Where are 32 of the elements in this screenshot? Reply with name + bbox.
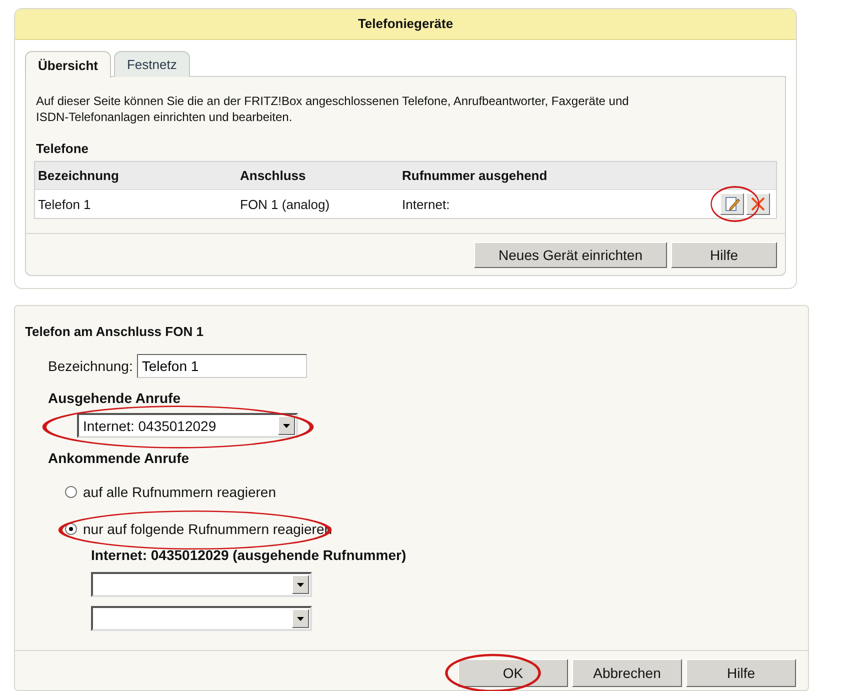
column-header: Rufnummer ausgehend [402, 168, 548, 183]
dialog-button[interactable]: Hilfe [686, 659, 796, 687]
number-dropdown[interactable] [91, 572, 312, 597]
outgoing-number-text: Internet: 0435012029 (ausgehende Rufnummer) [91, 547, 408, 563]
dialog-button[interactable]: OK [458, 659, 568, 687]
field-label: Bezeichnung: [48, 358, 133, 374]
description-text: Auf dieser Seite können Sie die an der FRITZ!Box angeschlossenen Telefone, Anrufbeantworter, Faxgeräte und ISDN-Telefonanlagen einrichten und bearbeiten. [36, 93, 630, 125]
outgoing-dropdown[interactable]: Internet: 0435012029 [77, 413, 298, 438]
dialog-button[interactable]: Abbrechen [572, 659, 682, 687]
column-header: Bezeichnung [37, 168, 120, 183]
section-heading: Ausgehende Anrufe [48, 390, 182, 406]
dialog-button[interactable]: Hilfe [671, 242, 777, 268]
section-heading: Telefone [36, 141, 90, 156]
section-heading: Ankommende Anrufe [48, 450, 190, 466]
radio-button[interactable] [65, 523, 77, 535]
pencil-note-icon [724, 196, 740, 212]
column-header: Anschluss [240, 168, 307, 183]
table-cell-text: FON 1 (analog) [240, 196, 331, 212]
tab[interactable]: Festnetz [114, 51, 190, 77]
cross-icon [750, 196, 766, 212]
table-cell-text: Internet: [402, 196, 451, 212]
table-cell-text: Telefon 1 [37, 196, 92, 212]
form-title: Telefon am Anschluss FON 1 [25, 324, 204, 339]
name-field[interactable]: Telefon 1 [136, 354, 307, 378]
panel-title: Telefoniegeräte [15, 9, 796, 40]
radio-button[interactable] [65, 486, 77, 498]
number-dropdown[interactable] [91, 606, 312, 631]
dialog-button[interactable]: Neues Gerät einrichten [474, 242, 667, 268]
delete-button[interactable] [746, 193, 770, 215]
radio-label: auf alle Rufnummern reagieren [83, 484, 276, 500]
tab[interactable]: Übersicht [25, 51, 111, 78]
edit-button[interactable] [720, 193, 744, 215]
